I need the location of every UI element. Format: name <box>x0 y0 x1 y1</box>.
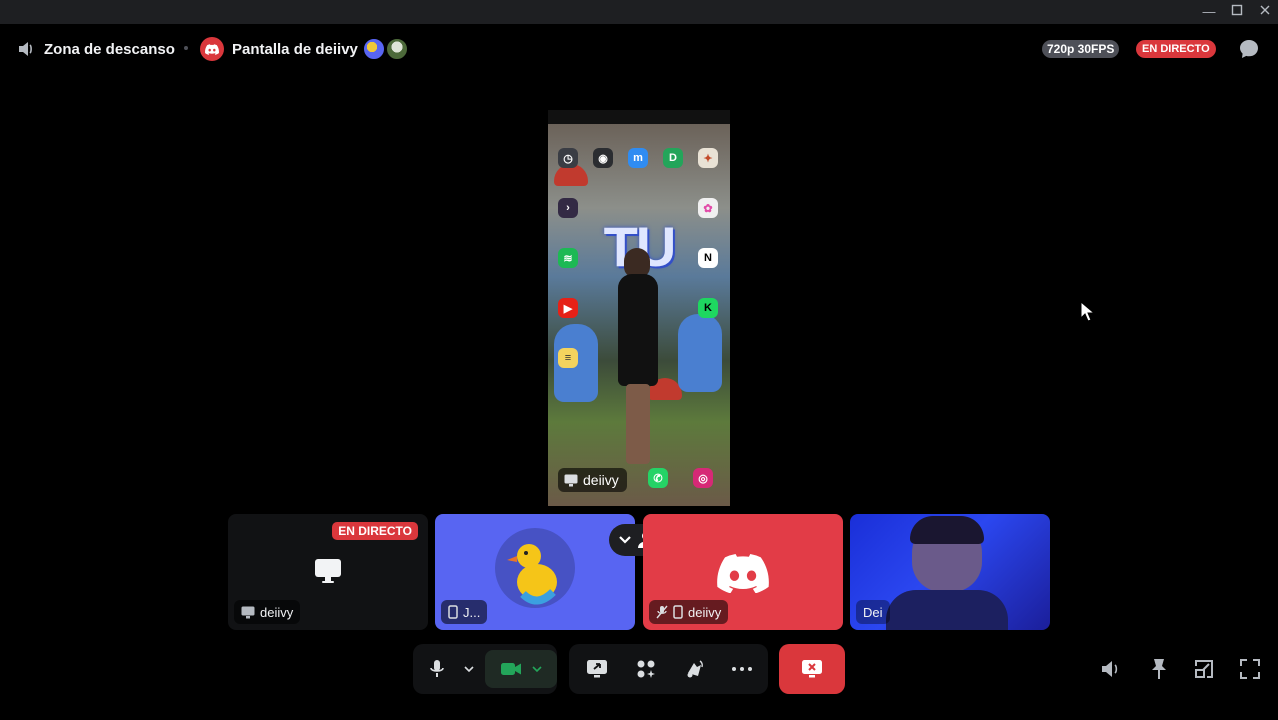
screen-share-icon <box>314 558 342 589</box>
youtube-app-icon: ▶ <box>558 298 578 318</box>
more-dots-icon <box>732 667 752 671</box>
screen-share-icon <box>586 659 608 679</box>
app-icon: › <box>558 198 578 218</box>
chevron-down-icon <box>532 665 542 673</box>
speaker-icon <box>16 39 36 59</box>
participant-label: deiivy <box>234 600 301 624</box>
participant-label: J... <box>441 600 488 624</box>
pin-icon <box>1149 658 1169 680</box>
activity-controls <box>569 644 768 694</box>
stream-quality-badge: 720p 30FPS <box>1042 40 1120 58</box>
soundboard-button[interactable] <box>671 650 719 688</box>
window-titlebar: — <box>0 0 1278 24</box>
phone-status-bar <box>548 110 730 124</box>
microphone-options-button[interactable] <box>457 650 481 688</box>
camera-feed-body <box>886 590 1008 630</box>
fullscreen-icon <box>1239 658 1261 680</box>
participant-label: Dei <box>856 600 890 624</box>
viewer-avatar[interactable] <box>385 37 409 61</box>
mouse-cursor-icon <box>1080 300 1096 328</box>
participant-name: Dei <box>863 604 883 620</box>
camera-app-icon: ◉ <box>593 148 613 168</box>
participant-label: deiivy <box>649 600 729 624</box>
camera-feed-hair <box>910 516 984 544</box>
chevron-down-icon <box>464 665 474 673</box>
activities-button[interactable] <box>621 650 671 688</box>
d-app-icon: D <box>663 148 683 168</box>
app-icon: ✦ <box>698 148 718 168</box>
stream-title[interactable]: Pantalla de deiivy <box>200 37 358 61</box>
messenger-app-icon: m <box>628 148 648 168</box>
chat-icon[interactable] <box>1238 38 1260 60</box>
fullscreen-button[interactable] <box>1237 656 1263 682</box>
microphone-icon <box>429 659 445 679</box>
activities-icon <box>636 659 656 679</box>
tile-live-badge: EN DIRECTO <box>332 522 418 540</box>
participant-tile[interactable]: J... <box>435 514 635 630</box>
live-badge: EN DIRECTO <box>1136 40 1216 58</box>
smurf-figure <box>678 314 722 392</box>
minimize-icon[interactable]: — <box>1198 2 1220 22</box>
camera-button[interactable] <box>485 650 557 688</box>
mic-muted-icon <box>656 605 668 619</box>
discord-logo-icon <box>717 554 769 598</box>
photos-app-icon: ✿ <box>698 198 718 218</box>
screen-share-icon <box>564 474 578 487</box>
volume-button[interactable] <box>1098 656 1124 682</box>
popout-icon <box>1193 658 1215 680</box>
person-figure <box>618 274 658 386</box>
notes-app-icon: ≡ <box>558 348 578 368</box>
participant-name: deiivy <box>688 604 722 620</box>
person-figure <box>626 384 650 464</box>
voice-channel-name: Zona de descanso <box>44 40 175 58</box>
whatsapp-app-icon: ✆ <box>648 468 668 488</box>
participant-name: J... <box>463 604 481 620</box>
viewer-avatar[interactable] <box>362 37 386 61</box>
participant-tile[interactable]: Dei <box>850 514 1050 630</box>
popout-button[interactable] <box>1191 656 1217 682</box>
participant-tile[interactable]: deiivy <box>643 514 843 630</box>
volume-icon <box>1100 659 1122 679</box>
instagram-app-icon: ◎ <box>693 468 713 488</box>
stop-stream-button[interactable] <box>779 644 845 694</box>
discord-logo-icon <box>200 37 224 61</box>
clock-app-icon: ◷ <box>558 148 578 168</box>
pin-button[interactable] <box>1146 656 1172 682</box>
participant-name: deiivy <box>260 604 294 620</box>
spotify-app-icon: ≋ <box>558 248 578 268</box>
microphone-button[interactable] <box>417 650 457 688</box>
mobile-icon <box>448 605 458 619</box>
stop-screen-share-icon <box>801 659 823 679</box>
more-options-button[interactable] <box>719 650 765 688</box>
maximize-icon[interactable] <box>1226 2 1248 22</box>
stream-title-text: Pantalla de deiivy <box>232 40 358 58</box>
notion-app-icon: N <box>698 248 718 268</box>
header-separator <box>184 46 188 50</box>
participant-tile[interactable]: EN DIRECTO deiivy <box>228 514 428 630</box>
streamer-name: deiivy <box>583 472 619 488</box>
mobile-icon <box>673 605 683 619</box>
chevron-down-icon <box>618 535 632 545</box>
streamer-label: deiivy <box>558 468 627 492</box>
stream-stage[interactable]: TU ◷ ◉ m D ✦ › ✿ ≋ N ▶ K ≡ ✆ ◎ deiivy <box>548 110 730 506</box>
close-icon[interactable] <box>1254 2 1276 22</box>
kick-app-icon: K <box>698 298 718 318</box>
media-controls <box>413 644 557 694</box>
share-screen-button[interactable] <box>573 650 621 688</box>
screen-share-icon <box>241 606 255 619</box>
avatar <box>495 528 575 608</box>
soundboard-icon <box>685 659 705 679</box>
video-camera-icon <box>500 661 522 677</box>
voice-channel[interactable]: Zona de descanso <box>16 39 175 59</box>
